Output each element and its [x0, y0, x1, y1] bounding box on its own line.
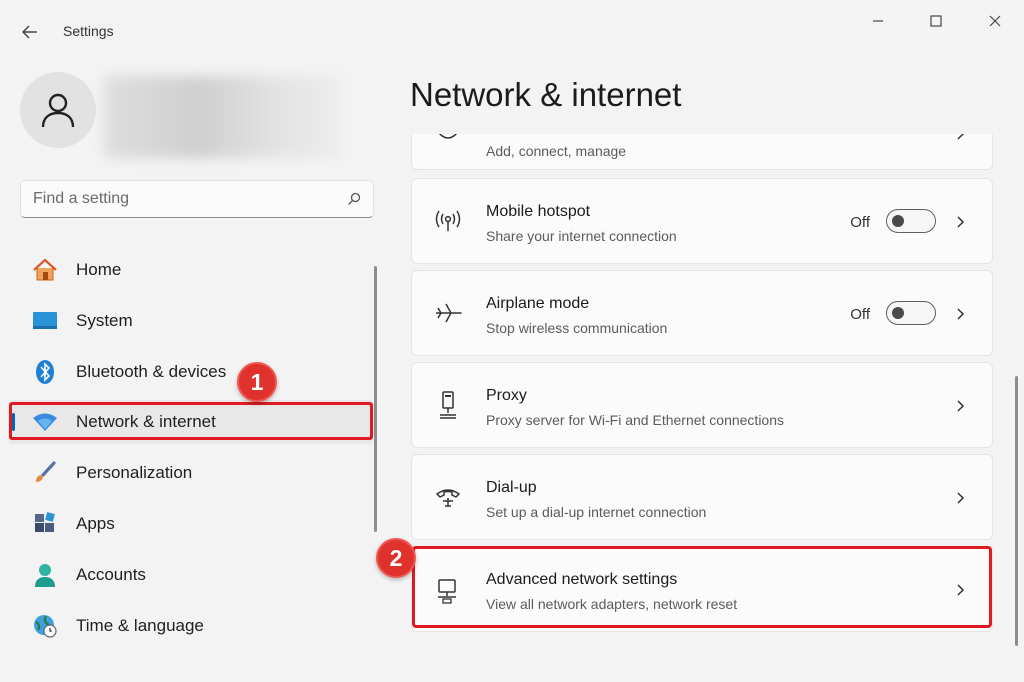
paintbrush-icon — [32, 460, 58, 486]
card-title: Dial-up — [486, 479, 537, 496]
sidebar-item-label: Bluetooth & devices — [76, 361, 227, 381]
chevron-right-icon — [954, 307, 968, 321]
toggle-knob — [892, 307, 904, 319]
sidebar-item-label: Time & language — [76, 615, 204, 635]
proxy-icon — [430, 387, 466, 423]
page-title: Network & internet — [410, 76, 682, 113]
sidebar-item-label: System — [76, 310, 133, 330]
card-wifi-network[interactable]: Add, connect, manage — [411, 134, 993, 170]
bluetooth-icon — [32, 359, 58, 385]
card-subtitle: Add, connect, manage — [486, 143, 627, 159]
sidebar-nav: Home System Bluetooth & devices Network — [8, 248, 374, 654]
chevron-right-icon — [954, 215, 968, 229]
toggle-knob — [892, 215, 904, 227]
sidebar-item-home[interactable]: Home — [8, 248, 374, 292]
search-input[interactable] — [33, 181, 333, 217]
minimize-button[interactable] — [858, 8, 898, 34]
toggle-state-label: Off — [850, 214, 870, 231]
person-icon — [32, 562, 58, 588]
card-title: Mobile hotspot — [486, 203, 591, 220]
sidebar-item-label: Personalization — [76, 463, 193, 483]
hotspot-icon — [430, 203, 466, 239]
highlight-box-network-internet — [9, 402, 373, 440]
chevron-right-icon — [954, 399, 968, 413]
home-icon — [32, 257, 58, 283]
sidebar-item-personalization[interactable]: Personalization — [8, 451, 374, 495]
card-subtitle: Share your internet connection — [486, 228, 677, 244]
network-icon — [430, 134, 466, 151]
sidebar-item-bluetooth-devices[interactable]: Bluetooth & devices — [8, 350, 374, 394]
globe-clock-icon — [32, 613, 58, 639]
minimize-icon — [873, 20, 883, 22]
blurred-user-info — [104, 76, 340, 158]
avatar[interactable] — [20, 72, 96, 148]
highlight-box-advanced-network-settings — [412, 546, 992, 628]
card-proxy[interactable]: Proxy Proxy server for Wi-Fi and Etherne… — [411, 362, 993, 448]
chevron-right-icon — [954, 134, 968, 141]
title-bar: Settings — [0, 0, 1024, 60]
close-button[interactable] — [975, 8, 1015, 34]
card-mobile-hotspot[interactable]: Mobile hotspot Share your internet conne… — [411, 178, 993, 264]
card-subtitle: Stop wireless communication — [486, 320, 668, 336]
sidebar-item-accounts[interactable]: Accounts — [8, 553, 374, 597]
card-airplane-mode[interactable]: Airplane mode Stop wireless communicatio… — [411, 270, 993, 356]
step-badge-2: 2 — [376, 538, 416, 578]
sidebar-scrollbar[interactable] — [374, 266, 377, 532]
airplane-icon — [430, 295, 466, 331]
card-title: Airplane mode — [486, 295, 590, 312]
monitor-icon — [32, 308, 58, 334]
search-box[interactable] — [20, 180, 374, 218]
sidebar-item-label: Accounts — [76, 564, 146, 584]
maximize-button[interactable] — [916, 8, 956, 34]
card-title: Proxy — [486, 387, 527, 404]
sidebar-item-label: Home — [76, 260, 122, 279]
sidebar-item-label: Apps — [76, 513, 115, 533]
back-button[interactable] — [14, 18, 46, 46]
chevron-right-icon — [954, 491, 968, 505]
back-arrow-icon — [22, 25, 37, 39]
card-subtitle: Proxy server for Wi-Fi and Ethernet conn… — [486, 412, 785, 428]
phone-icon — [430, 479, 466, 515]
apps-icon — [32, 511, 58, 537]
sidebar-item-time-language[interactable]: Time & language — [8, 604, 374, 648]
search-icon — [348, 192, 361, 205]
maximize-icon — [930, 15, 942, 27]
close-icon — [989, 15, 1001, 27]
mobile-hotspot-toggle[interactable] — [886, 209, 936, 233]
content-scrollbar[interactable] — [1015, 376, 1018, 646]
card-subtitle: Set up a dial-up internet connection — [486, 504, 707, 520]
sidebar-item-apps[interactable]: Apps — [8, 502, 374, 546]
step-badge-1: 1 — [237, 362, 277, 402]
card-dial-up[interactable]: Dial-up Set up a dial-up internet connec… — [411, 454, 993, 540]
app-title: Settings — [63, 23, 114, 39]
airplane-mode-toggle[interactable] — [886, 301, 936, 325]
person-icon — [41, 93, 75, 128]
sidebar-item-system[interactable]: System — [8, 299, 374, 343]
toggle-state-label: Off — [850, 306, 870, 323]
